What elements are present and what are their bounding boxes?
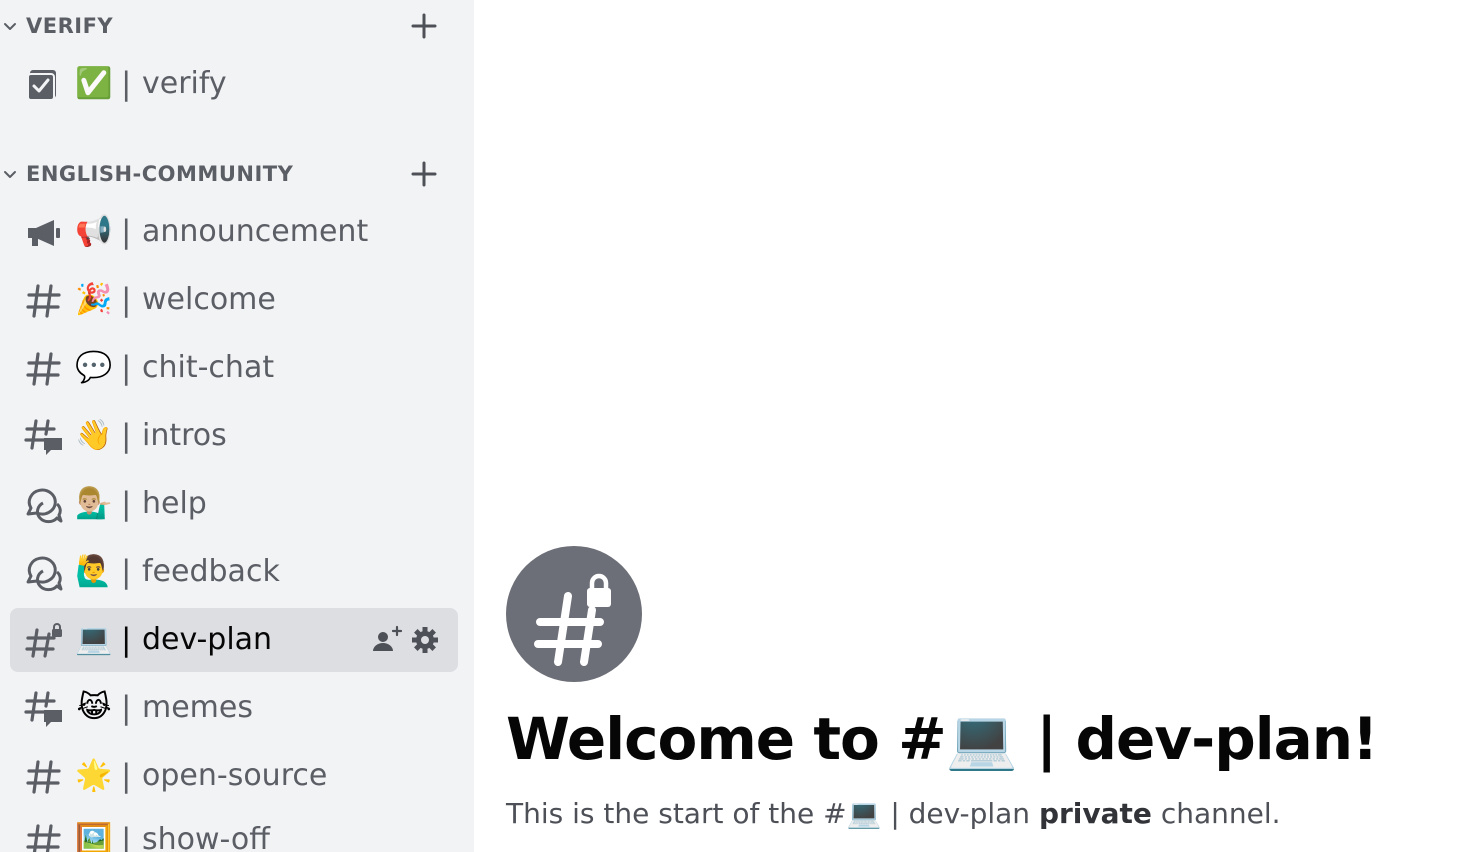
forum-channel-icon [26, 488, 63, 524]
category-english-community[interactable]: ENGLISH-COMMUNITY [0, 154, 474, 194]
welcome-title: Welcome to #💻 | dev-plan! [506, 705, 1378, 773]
text-channel-icon [26, 352, 61, 386]
category-name[interactable]: VERIFY [26, 14, 113, 38]
channel-name[interactable]: memes [142, 688, 253, 728]
channel-name[interactable]: feedback [142, 552, 280, 592]
channel-welcome[interactable]: 🎉 | welcome [10, 268, 458, 332]
channel-separator: | [121, 622, 132, 658]
channel-emoji: 💻 [75, 622, 113, 657]
channel-name[interactable]: show-off [142, 820, 270, 852]
thread-channel-icon [24, 691, 62, 727]
thread-channel-icon [24, 419, 62, 455]
channel-emoji: 📢 [75, 214, 113, 249]
channel-separator: | [121, 554, 132, 590]
channel-feedback[interactable]: 🙋‍♂️ | feedback [10, 540, 458, 604]
channel-emoji: 💁🏼‍♂️ [75, 486, 113, 521]
invite-user-icon[interactable] [370, 624, 404, 656]
channel-open-source[interactable]: 🌟 | open-source [10, 744, 458, 808]
welcome-sub-prefix: This is the start of the #💻 | dev-plan [506, 797, 1039, 830]
channel-name[interactable]: dev-plan [142, 620, 272, 660]
category-name[interactable]: ENGLISH-COMMUNITY [26, 162, 293, 186]
plus-icon[interactable] [408, 158, 440, 190]
channel-separator: | [121, 690, 132, 726]
channel-emoji: 😹 [76, 690, 112, 725]
channel-name[interactable]: open-source [142, 756, 327, 796]
channel-dev-plan[interactable]: 💻 | dev-plan [10, 608, 458, 672]
forum-channel-icon [26, 556, 63, 592]
channel-name[interactable]: intros [142, 416, 227, 456]
channel-separator: | [121, 214, 132, 250]
channel-emoji: 👋 [75, 418, 113, 453]
gear-icon[interactable] [408, 624, 442, 656]
channel-separator: | [121, 350, 132, 386]
announcement-channel-icon [28, 220, 60, 246]
channel-emoji: 🙋‍♂️ [75, 554, 113, 589]
channel-emoji: 🌟 [75, 758, 113, 793]
welcome-subtitle: This is the start of the #💻 | dev-plan p… [506, 794, 1281, 834]
text-channel-icon [26, 760, 61, 794]
channel-sidebar: VERIFY ✅ | verify ENGLISH-COMMUNITY 📢 | … [0, 0, 474, 852]
private-text-channel-icon [25, 623, 62, 658]
channel-emoji: 🖼️ [75, 822, 113, 852]
channel-separator: | [121, 282, 132, 318]
channel-show-off[interactable]: 🖼️ | show-off [10, 808, 458, 852]
channel-help[interactable]: 💁🏼‍♂️ | help [10, 472, 458, 536]
channel-memes[interactable]: 😹 | memes [10, 676, 458, 740]
chat-main: Welcome to #💻 | dev-plan! This is the st… [474, 0, 1480, 852]
channel-intros[interactable]: 👋 | intros [10, 404, 458, 468]
welcome-sub-suffix: channel. [1151, 797, 1281, 830]
text-channel-icon [26, 284, 61, 318]
rules-channel-icon [27, 70, 56, 101]
channel-name[interactable]: help [142, 484, 207, 524]
plus-icon[interactable] [408, 10, 440, 42]
discord-app: VERIFY ✅ | verify ENGLISH-COMMUNITY 📢 | … [0, 0, 1480, 852]
channel-separator: | [121, 418, 132, 454]
channel-separator: | [121, 758, 132, 794]
channel-name[interactable]: chit-chat [142, 348, 274, 388]
channel-chit-chat[interactable]: 💬 | chit-chat [10, 336, 458, 400]
channel-emoji: 💬 [75, 350, 113, 385]
channel-name[interactable]: welcome [142, 280, 276, 320]
text-channel-icon [26, 824, 61, 852]
channel-emoji: 🎉 [75, 282, 113, 317]
channel-separator: | [121, 486, 132, 522]
chevron-down-icon[interactable] [2, 18, 18, 34]
channel-announcement[interactable]: 📢 | announcement [10, 200, 458, 264]
private-channel-hash-icon [506, 546, 642, 682]
channel-separator: | [121, 66, 132, 102]
category-verify[interactable]: VERIFY [0, 6, 474, 46]
channel-name[interactable]: verify [142, 64, 227, 104]
chevron-down-icon[interactable] [2, 166, 18, 182]
channel-name[interactable]: announcement [142, 212, 368, 252]
channel-separator: | [121, 822, 132, 852]
channel-verify[interactable]: ✅ | verify [10, 52, 458, 116]
welcome-sub-bold: private [1038, 797, 1152, 830]
channel-emoji: ✅ [75, 66, 113, 101]
